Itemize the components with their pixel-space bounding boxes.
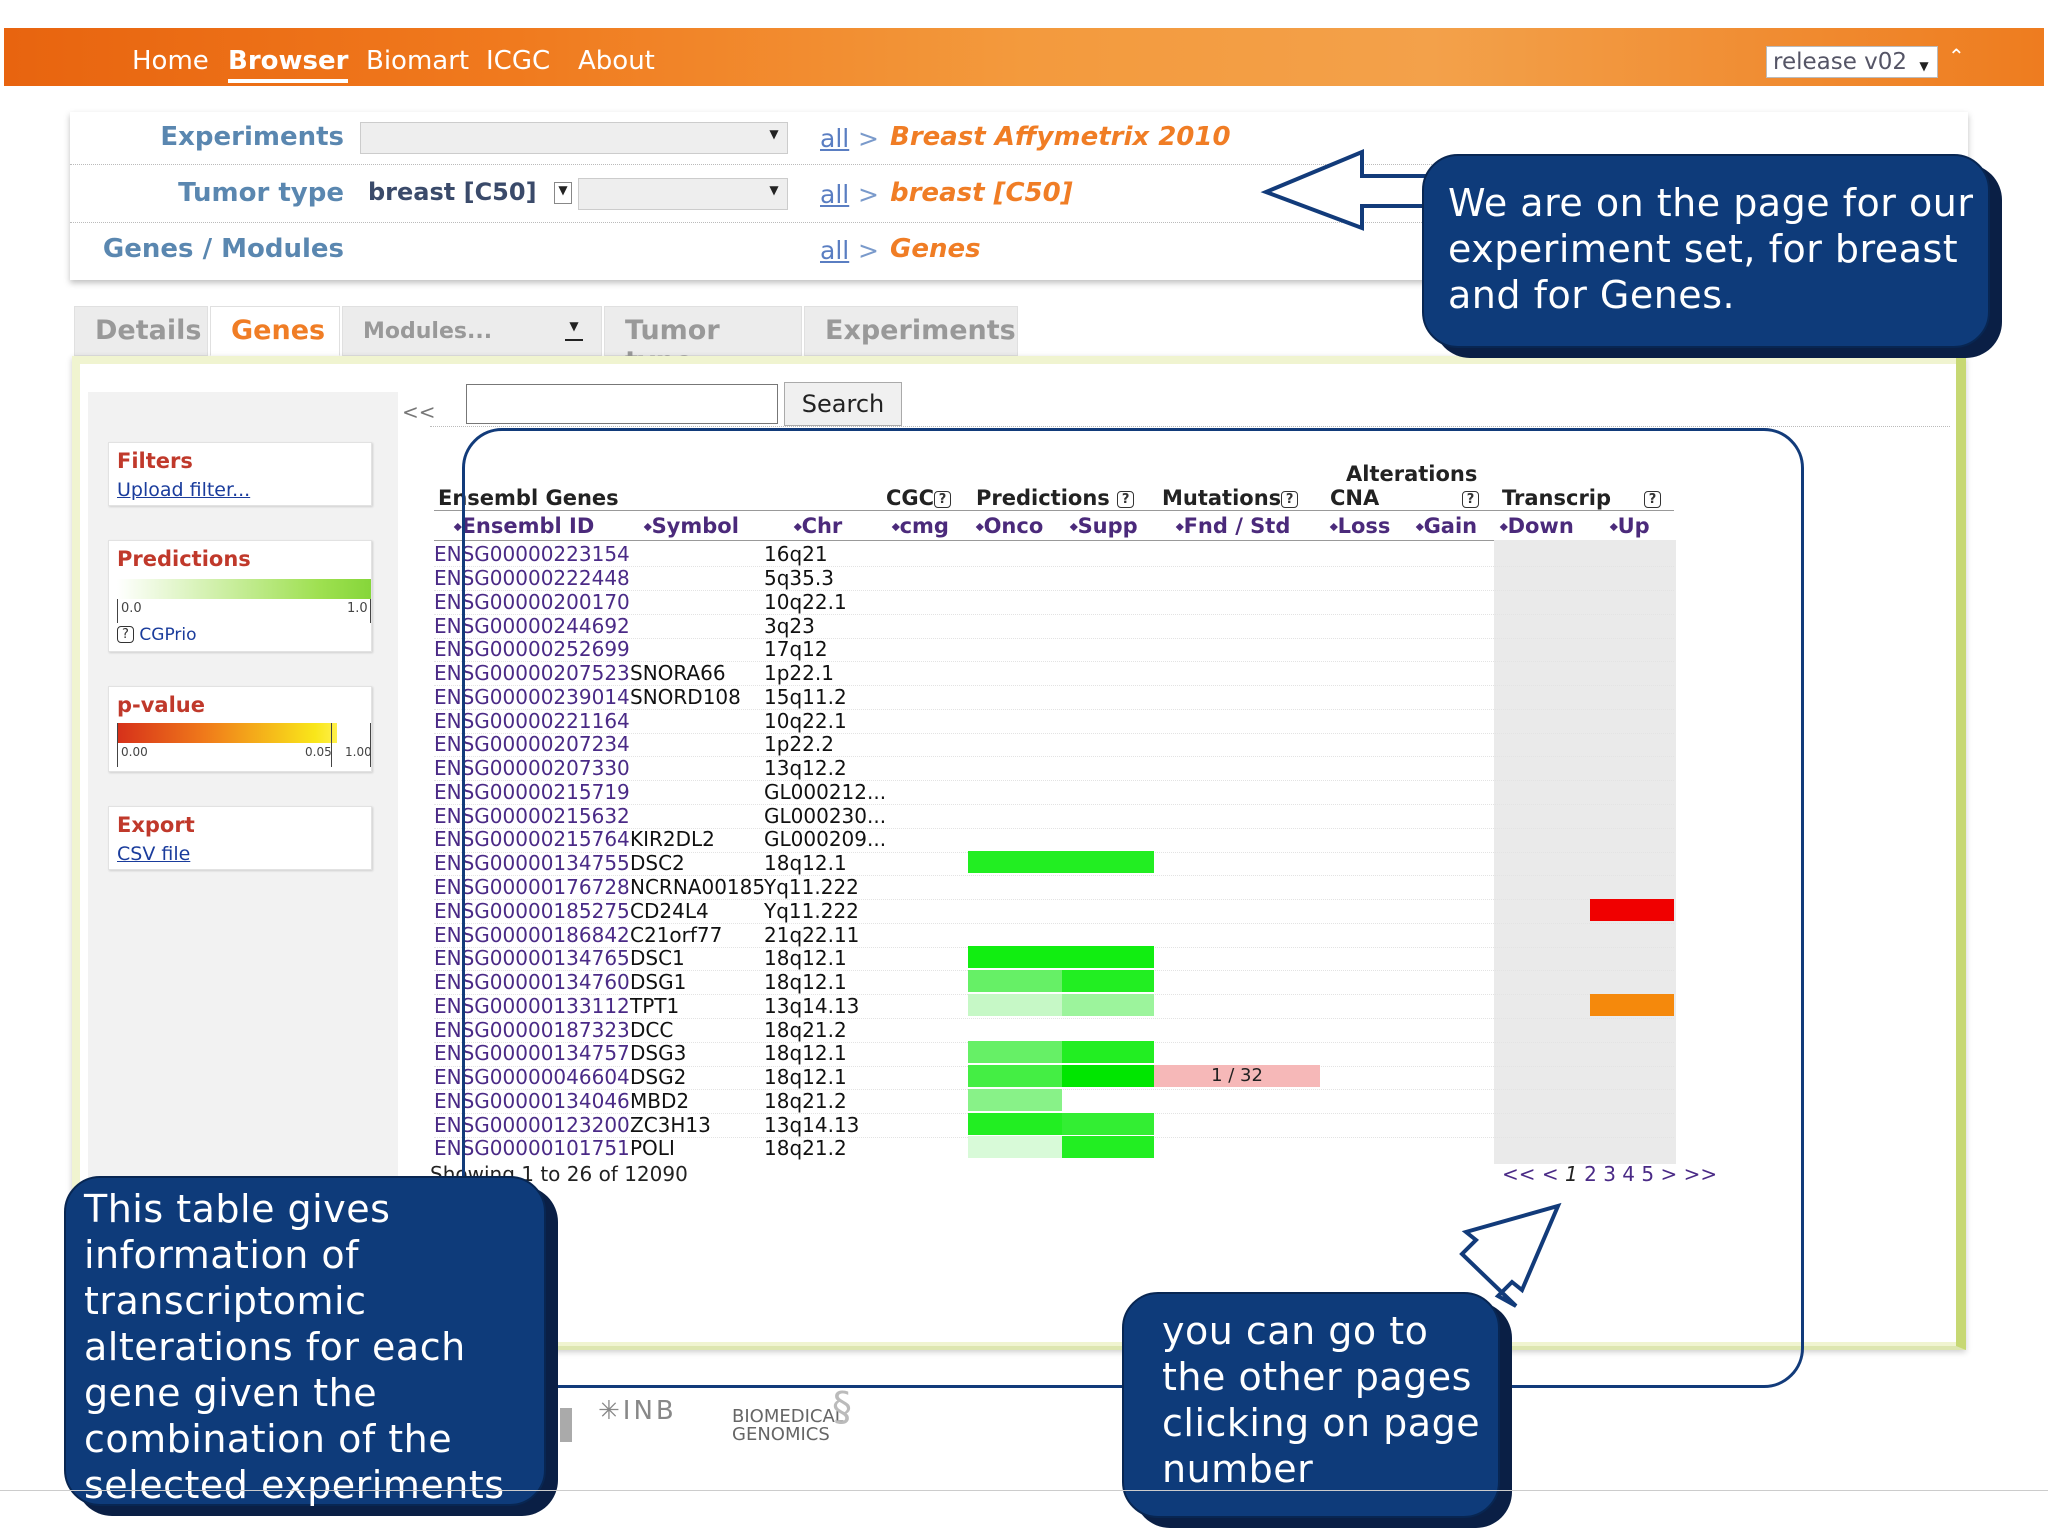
arrow-left-icon: [1260, 149, 1444, 231]
screen: Home Browser Biomart ICGC About release …: [0, 0, 2048, 1536]
callout-bottom-left: This table gives information of transcri…: [64, 1176, 546, 1507]
arrow-up-right-icon: [1459, 1202, 1562, 1308]
callout-top-text: We are on the page for our experiment se…: [1448, 181, 1974, 317]
callout-bottom-right-text: you can go to the other pages clicking o…: [1162, 1309, 1481, 1491]
callout-bottom-left-text: This table gives information of transcri…: [84, 1187, 505, 1507]
callout-bottom-right: you can go to the other pages clicking o…: [1122, 1292, 1500, 1518]
callout-top: We are on the page for our experiment se…: [1422, 154, 1990, 348]
page-bottom-line: [0, 1490, 2048, 1491]
